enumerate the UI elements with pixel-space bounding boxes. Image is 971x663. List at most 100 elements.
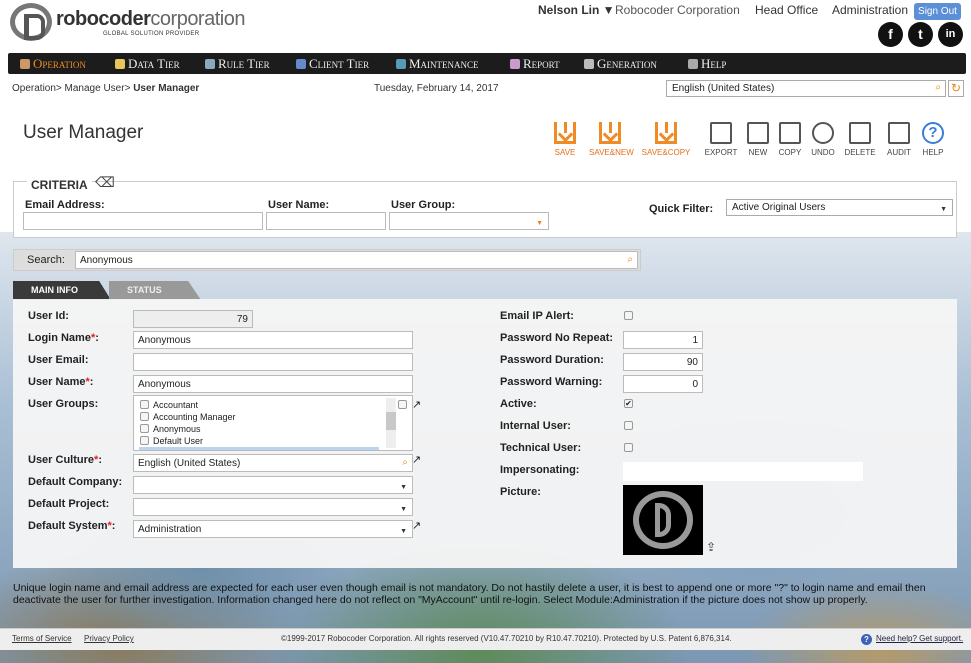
email-address-label: Email Address: (25, 199, 105, 211)
trash-icon (849, 122, 871, 144)
menu-report[interactable]: Report (510, 56, 560, 72)
list-item[interactable]: Default User (140, 436, 203, 446)
chevron-down-icon: ▼ (940, 206, 947, 213)
facebook-icon[interactable]: f (878, 22, 903, 47)
picture-label: Picture: (500, 486, 541, 498)
rule-tier-icon (205, 59, 215, 69)
user-group-filter-select[interactable]: ▼ (389, 212, 549, 230)
search-label: Search: (27, 254, 65, 266)
terms-link[interactable]: Terms of Service (12, 634, 72, 643)
language-select[interactable]: English (United States) ⌕ (666, 80, 946, 97)
password-duration-label: Password Duration: (500, 354, 604, 366)
impersonating-field[interactable] (623, 462, 863, 481)
user-picture (623, 485, 703, 555)
checkbox[interactable] (140, 424, 149, 433)
default-system-label: Default System*: (28, 520, 116, 532)
save-new-button[interactable]: SAVE&NEW (589, 122, 634, 157)
menu-maintenance[interactable]: Maintenance (396, 56, 479, 72)
refresh-icon[interactable]: ↻ (948, 80, 964, 97)
menu-data-tier[interactable]: Data Tier (115, 56, 180, 72)
scrollbar[interactable] (386, 398, 396, 448)
export-button[interactable]: EXPORT (701, 122, 741, 157)
open-link-icon[interactable]: ↗ (412, 398, 421, 411)
email-ip-alert-label: Email IP Alert: (500, 310, 574, 322)
help-button[interactable]: ? HELP (913, 122, 953, 157)
search-icon[interactable]: ⌕ (627, 253, 633, 266)
user-id-field: 79 (133, 310, 253, 328)
internal-user-checkbox[interactable] (624, 421, 633, 430)
twitter-icon[interactable]: t (908, 22, 933, 47)
save-copy-button[interactable]: SAVE&COPY (641, 122, 691, 157)
copy-icon (779, 122, 801, 144)
checkbox[interactable] (140, 436, 149, 445)
delete-button[interactable]: DELETE (840, 122, 880, 157)
menu-client-tier[interactable]: Client Tier (296, 56, 369, 72)
office-link[interactable]: Head Office (755, 3, 818, 17)
list-item[interactable]: Anonymous (140, 424, 201, 434)
user-culture-label: User Culture*: (28, 454, 102, 466)
open-link-icon[interactable]: ↗ (412, 453, 421, 466)
criteria-title: CRITERIA (27, 174, 92, 192)
list-item[interactable]: Accounting Manager (140, 412, 236, 422)
user-name-filter-input[interactable] (266, 212, 386, 230)
user-menu[interactable]: Nelson Lin ▼ (538, 3, 615, 17)
password-no-repeat-input[interactable]: 1 (623, 331, 703, 349)
select-all-checkbox[interactable] (398, 400, 407, 409)
user-culture-select[interactable]: English (United States) ⌕ (133, 454, 413, 472)
open-link-icon[interactable]: ↗ (412, 519, 421, 532)
selected-row-highlight (139, 447, 379, 450)
menu-generation[interactable]: Generation (584, 56, 657, 72)
search-icon: ⌕ (935, 82, 941, 93)
linkedin-icon[interactable]: in (938, 22, 963, 47)
quick-filter-select[interactable]: Active Original Users ▼ (726, 199, 953, 216)
email-address-filter-input[interactable] (23, 212, 263, 230)
data-tier-icon (115, 59, 125, 69)
default-project-label: Default Project: (28, 498, 110, 510)
save-icon (554, 122, 576, 144)
email-ip-alert-checkbox[interactable] (624, 311, 633, 320)
page-title: User Manager (23, 122, 144, 143)
default-project-select[interactable]: ▼ (133, 498, 413, 516)
privacy-link[interactable]: Privacy Policy (84, 634, 134, 643)
undo-button[interactable]: UNDO (803, 122, 843, 157)
company-link[interactable]: Robocoder Corporation (615, 3, 740, 17)
user-groups-list[interactable]: Accountant Accounting Manager Anonymous … (133, 395, 413, 451)
support-link[interactable]: Need help? Get support. (876, 634, 963, 643)
tab-main-info[interactable]: MAIN INFO (13, 281, 111, 300)
upload-icon[interactable]: ⇪ (706, 540, 716, 554)
login-name-input[interactable]: Anonymous (133, 331, 413, 349)
default-system-select[interactable]: Administration ▼ (133, 520, 413, 538)
technical-user-checkbox[interactable] (624, 443, 633, 452)
sign-out-button[interactable]: Sign Out (914, 3, 961, 20)
active-checkbox[interactable]: ✔ (624, 399, 633, 408)
impersonating-label: Impersonating: (500, 464, 580, 476)
password-warning-input[interactable]: 0 (623, 375, 703, 393)
save-button[interactable]: SAVE (545, 122, 585, 157)
help-menu-icon (688, 59, 698, 69)
language-value: English (United States) (672, 83, 775, 94)
tab-status[interactable]: STATUS (109, 281, 201, 300)
default-system-value: Administration (138, 524, 202, 535)
user-email-input[interactable] (133, 353, 413, 371)
checkbox[interactable] (140, 400, 149, 409)
search-value: Anonymous (80, 255, 133, 266)
user-name-label: User Name: (268, 199, 330, 211)
menu-operation[interactable]: Operation (20, 56, 86, 72)
quick-filter-label: Quick Filter: (649, 203, 714, 215)
module-link[interactable]: Administration (832, 3, 908, 17)
help-icon[interactable]: ? (861, 634, 872, 645)
list-item[interactable]: Accountant (140, 400, 198, 410)
password-duration-input[interactable]: 90 (623, 353, 703, 371)
default-company-select[interactable]: ▼ (133, 476, 413, 494)
undo-icon (812, 122, 834, 144)
search-input[interactable]: Anonymous ⌕ (75, 251, 638, 269)
menu-help[interactable]: Help (688, 56, 726, 72)
menu-rule-tier[interactable]: Rule Tier (205, 56, 270, 72)
user-name-input[interactable]: Anonymous (133, 375, 413, 393)
help-note: Unique login name and email address are … (13, 582, 926, 606)
robocoder-logo-mark (655, 503, 671, 537)
chevron-down-icon: ▼ (400, 528, 407, 535)
eraser-icon[interactable]: ⌫ (95, 174, 115, 191)
save-copy-icon (655, 122, 677, 144)
checkbox[interactable] (140, 412, 149, 421)
